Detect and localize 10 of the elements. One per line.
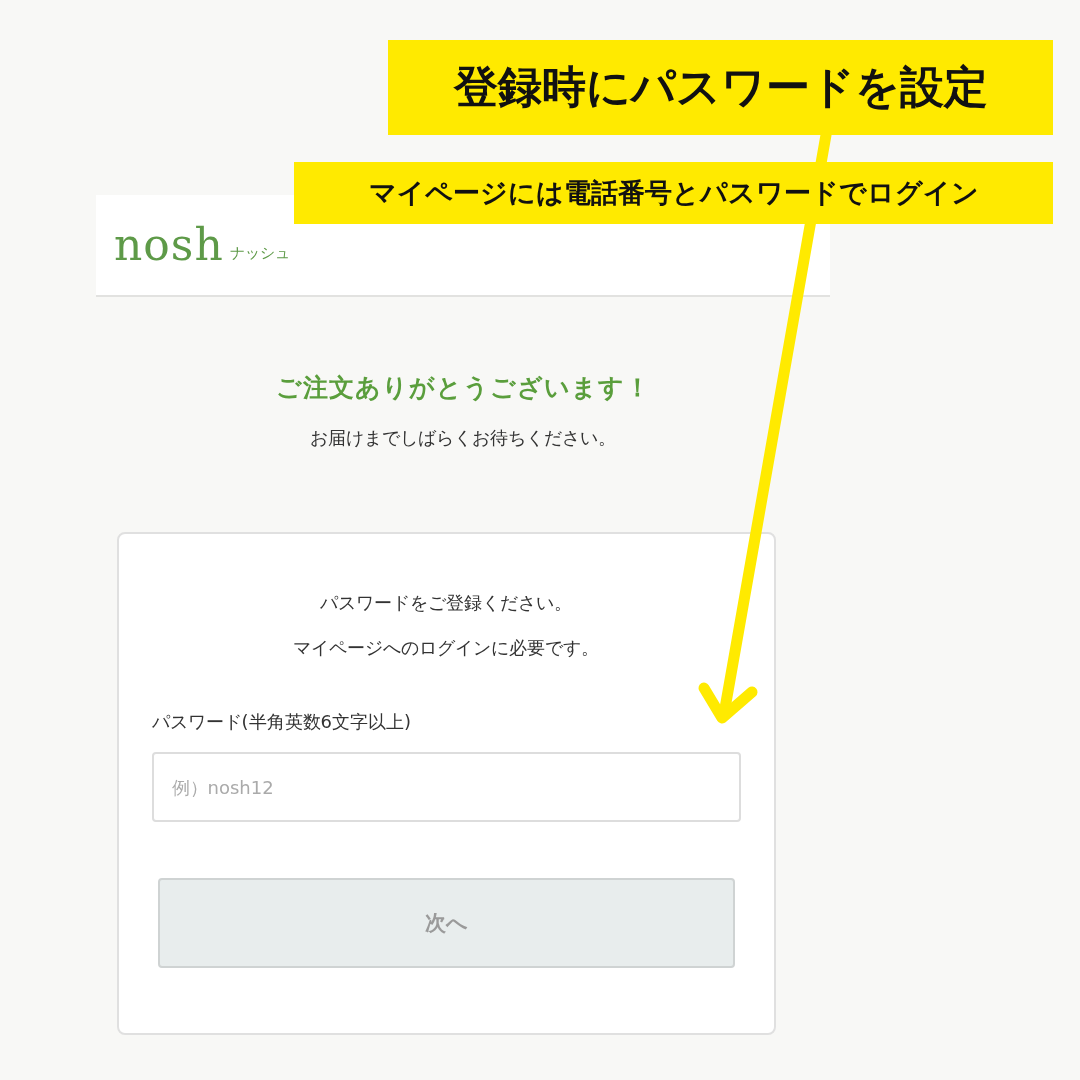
logo: nosh bbox=[114, 223, 224, 267]
instruction-text: パスワードをご登録ください。 bbox=[319, 591, 573, 615]
thanks-message: お届けまでしばらくお待ちください。 bbox=[310, 426, 616, 450]
logo-kana: ナッシュ bbox=[229, 243, 290, 263]
annotation-callout: 登録時にパスワードを設定 bbox=[388, 40, 1053, 135]
password-field[interactable]: 例）nosh12 bbox=[151, 752, 741, 822]
annotation-callout: マイページには電話番号とパスワードでログイン bbox=[294, 162, 1053, 224]
field-label: パスワード(半角英数6文字以上) bbox=[151, 710, 412, 734]
instruction-text: マイページへのログインに必要です。 bbox=[292, 636, 600, 660]
thanks-heading: ご注文ありがとうございます！ bbox=[275, 372, 651, 404]
